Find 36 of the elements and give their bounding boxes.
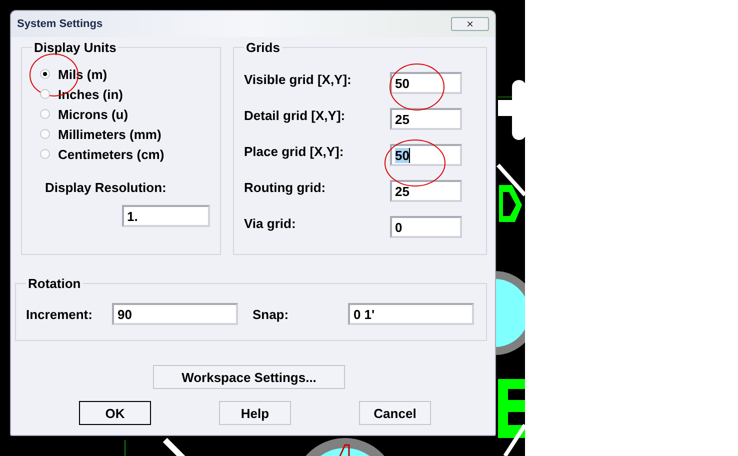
radio-label[interactable]: Microns (u) (58, 106, 128, 122)
radio-button[interactable] (40, 69, 50, 79)
annotation-circle (384, 139, 446, 187)
input-field[interactable]: 0 1' (348, 303, 474, 325)
input-field[interactable]: 25 (390, 108, 462, 130)
window-title: System Settings (17, 18, 103, 30)
input-field[interactable]: 25 (390, 180, 462, 202)
field-label: Snap: (252, 306, 290, 322)
field-label: Place grid [X,Y]: (244, 144, 345, 159)
dialog-button[interactable]: Cancel (359, 401, 431, 425)
close-button[interactable]: × (451, 17, 489, 31)
input-field[interactable]: 50 (390, 144, 462, 166)
input-field[interactable]: 90 (112, 303, 238, 325)
field-label: Display Resolution: (45, 180, 168, 195)
radio-button[interactable] (40, 109, 50, 119)
radio-label[interactable]: Centimeters (cm) (58, 146, 164, 162)
radio-button[interactable] (40, 149, 50, 159)
field-label: Visible grid [X,Y]: (244, 72, 352, 87)
radio-label[interactable]: Inches (in) (58, 86, 124, 102)
radio-button[interactable] (40, 89, 50, 99)
field-label: Via grid: (244, 216, 297, 231)
dialog-button[interactable]: OK (79, 401, 151, 425)
dialog-button[interactable]: Help (219, 401, 291, 425)
group-title: Rotation (26, 276, 83, 291)
field-label: Increment: (26, 306, 92, 322)
workspace-settings-button[interactable]: Workspace Settings... (153, 365, 345, 389)
input-field[interactable]: 0 (390, 216, 462, 238)
radio-label[interactable]: Millimeters (mm) (58, 126, 162, 142)
input-field[interactable]: 50 (390, 72, 462, 94)
field-label: Routing grid: (244, 180, 327, 195)
group-title: Display Units (32, 40, 118, 55)
field-label: Detail grid [X,Y]: (244, 108, 346, 123)
group-title: Grids (244, 40, 282, 55)
radio-button[interactable] (40, 129, 50, 139)
annotation-circle (389, 63, 445, 111)
input-field[interactable]: 1. (122, 205, 210, 227)
